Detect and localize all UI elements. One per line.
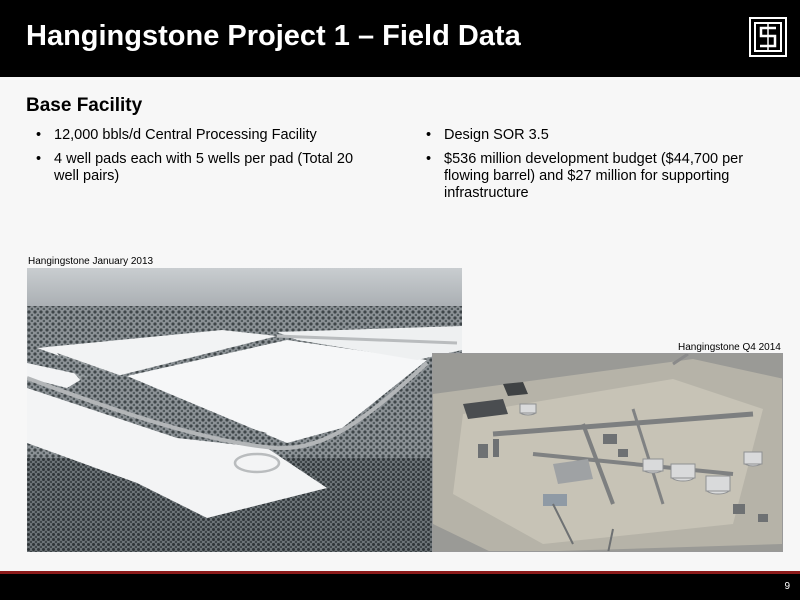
left-bullet-list: 12,000 bbls/d Central Processing Facilit… <box>27 127 377 192</box>
bullet-item: 4 well pads each with 5 wells per pad (T… <box>27 151 377 185</box>
facility-rendering-image <box>432 353 783 552</box>
aerial-winter-photo <box>27 268 462 552</box>
bullet-item: 12,000 bbls/d Central Processing Facilit… <box>27 127 377 144</box>
right-bullet-list: Design SOR 3.5 $536 million development … <box>417 127 787 209</box>
section-heading: Base Facility <box>26 95 143 116</box>
photo1-caption: Hangingstone January 2013 <box>28 256 154 267</box>
bullet-item: $536 million development budget ($44,700… <box>417 151 787 202</box>
bullet-item: Design SOR 3.5 <box>417 127 787 144</box>
company-logo-icon <box>749 17 787 57</box>
title-bar: Hangingstone Project 1 – Field Data <box>0 0 800 77</box>
page-title: Hangingstone Project 1 – Field Data <box>26 20 521 52</box>
photo2-caption: Hangingstone Q4 2014 <box>678 342 781 353</box>
footer-bar <box>0 574 800 600</box>
page-number: 9 <box>784 581 790 592</box>
